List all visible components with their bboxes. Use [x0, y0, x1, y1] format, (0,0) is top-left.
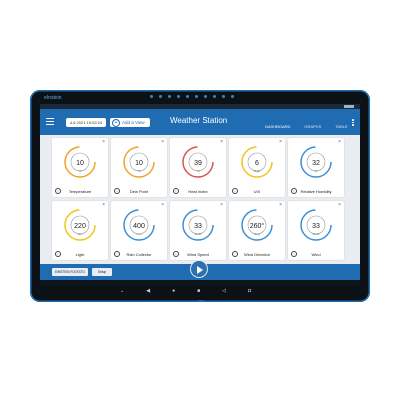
tablet-bottom-indicator: [198, 300, 204, 302]
gauge-card[interactable]: × 10 °C i Temperature: [52, 138, 108, 197]
gauge-label: Wind: [311, 252, 321, 257]
play-button[interactable]: [190, 260, 208, 278]
add-view-label: Add a View: [122, 120, 145, 125]
gauge-unit: °C: [137, 169, 141, 173]
menu-icon[interactable]: [46, 118, 54, 125]
close-icon[interactable]: ×: [161, 202, 164, 208]
gauge-value: 33: [194, 223, 202, 230]
gauge-unit: mm: [136, 232, 142, 236]
gauge-card[interactable]: × 32% i Relative Humidity: [288, 138, 344, 197]
gauge-value: 6: [255, 160, 259, 167]
gauge-unit: %: [314, 169, 318, 173]
gauge-label: Dew Point: [129, 189, 149, 194]
gauge-value: 260°: [249, 223, 265, 230]
flexsto-button[interactable]: EINSTEIN FLEXSTO: [52, 268, 88, 276]
gauge-label: UVI: [253, 189, 261, 194]
gauge-unit: °C: [78, 169, 82, 173]
volume-icon[interactable]: ◁: [222, 288, 226, 294]
gauge-unit: klx: [78, 232, 82, 236]
tab-table[interactable]: TABLE: [328, 114, 354, 140]
signal-icon: [344, 105, 354, 108]
tab-graphs[interactable]: GRAPHS: [297, 114, 328, 140]
chevron-down-icon[interactable]: ⌄: [120, 288, 124, 294]
tabs: DASHBOARD GRAPHS TABLE: [258, 114, 355, 140]
gauge-card[interactable]: × 6 High i UVI: [229, 138, 285, 197]
gauge-label: Rain Collector: [126, 252, 152, 257]
gauge-value: 400: [133, 223, 145, 230]
gauge-label: Temperature: [68, 189, 92, 194]
gauge-card[interactable]: × 400 mm i Rain Collector: [111, 201, 167, 260]
gauge-unit: km/h: [312, 232, 320, 236]
gauge-value: 39: [194, 160, 202, 167]
bottom-bar: EINSTEIN FLEXSTO Setup: [40, 260, 360, 280]
plus-icon: +: [112, 119, 120, 127]
gauge-unit: km/h: [194, 232, 202, 236]
device-status-strip: [150, 94, 260, 99]
camera-icon[interactable]: ◘: [248, 288, 251, 294]
gauge-label: Relative Humidity: [300, 189, 332, 194]
gauge-unit: High: [253, 169, 261, 173]
tablet-screen: 4.6.2021 19:02:24 + Add a View Weather St…: [40, 104, 360, 286]
gauge-unit: °C: [196, 169, 200, 173]
close-icon[interactable]: ×: [220, 202, 223, 208]
gauge-unit: deg: [254, 232, 260, 236]
back-icon[interactable]: ◀: [146, 288, 150, 294]
close-icon[interactable]: ×: [279, 139, 282, 145]
close-icon[interactable]: ×: [102, 139, 105, 145]
gauge-label: Wind Direction: [243, 252, 270, 257]
close-icon[interactable]: ×: [220, 139, 223, 145]
gauge-card[interactable]: × 260° deg i Wind Direction: [229, 201, 285, 260]
gauge-card[interactable]: × 10 °C i Dew Point: [111, 138, 167, 197]
gauge-card[interactable]: × 33 km/h i Wind: [288, 201, 344, 260]
page-title: Weather Station: [170, 116, 228, 125]
gauge-value: 32: [312, 160, 320, 167]
gauge-card[interactable]: × 39 °C i Heat Index: [170, 138, 226, 197]
gauge-value: 10: [76, 160, 84, 167]
close-icon[interactable]: ×: [279, 202, 282, 208]
close-icon[interactable]: ×: [338, 202, 341, 208]
gauge-label: Heat Index: [188, 189, 208, 194]
widget-grid: × 10 °C i Temperature × 10 °C i Dew Point × 39 °C i He…: [52, 138, 352, 260]
gauge-card[interactable]: × 33 km/h i Wind Speed: [170, 201, 226, 260]
nav-icons: ⌄ ◀ ● ■ ◁ ◘: [120, 287, 310, 295]
setup-button[interactable]: Setup: [92, 268, 112, 276]
gauge-card[interactable]: × 220 klx i Light: [52, 201, 108, 260]
gauge-label: Wind Speed: [187, 252, 209, 257]
gauge-label: Light: [75, 252, 85, 257]
gauge-value: 220: [74, 223, 86, 230]
close-icon[interactable]: ×: [161, 139, 164, 145]
android-nav-bar: [40, 280, 360, 286]
date-time-field[interactable]: 4.6.2021 19:02:24: [66, 118, 106, 127]
tab-dashboard[interactable]: DASHBOARD: [258, 114, 298, 140]
close-icon[interactable]: ×: [338, 139, 341, 145]
recents-icon[interactable]: ■: [197, 288, 200, 294]
more-options-icon[interactable]: [352, 119, 354, 127]
brand-logo: eInstein: [44, 95, 62, 101]
gauge-value: 33: [312, 223, 320, 230]
close-icon[interactable]: ×: [102, 202, 105, 208]
home-icon[interactable]: ●: [172, 288, 175, 294]
app-header: 4.6.2021 19:02:24 + Add a View Weather St…: [40, 109, 360, 140]
gauge-value: 10: [135, 160, 143, 167]
add-view-button[interactable]: + Add a View: [110, 118, 150, 127]
